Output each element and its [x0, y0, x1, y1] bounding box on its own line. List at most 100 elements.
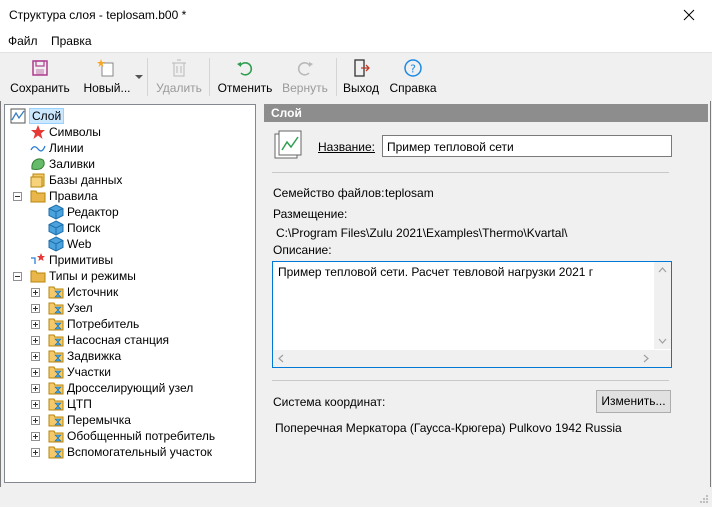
help-icon: ?: [404, 59, 422, 77]
new-button[interactable]: Новый...: [80, 53, 134, 99]
scroll-corner: [654, 350, 671, 367]
tree-label: Перемычка: [67, 413, 131, 427]
tree-label: Вспомогательный участок: [67, 445, 213, 459]
tree-item-rules[interactable]: Правила: [30, 188, 98, 204]
database-icon: [30, 173, 45, 188]
tree-item-type[interactable]: Потребитель: [48, 316, 139, 332]
tree-item-primitives[interactable]: Примитивы: [30, 252, 113, 268]
tree-item-type[interactable]: Источник: [48, 284, 118, 300]
close-icon: [683, 9, 695, 21]
tree-item-type[interactable]: Обобщенный потребитель: [48, 428, 215, 444]
tree-label: Web: [67, 237, 92, 251]
name-field[interactable]: Пример тепловой сети: [382, 135, 672, 157]
help-label: Справка: [389, 81, 437, 95]
type-folder-icon: [48, 446, 64, 459]
undo-button[interactable]: Отменить: [214, 53, 276, 99]
chevron-down-icon: [135, 75, 143, 79]
new-item-icon: [97, 59, 114, 77]
expand-toggle[interactable]: [31, 400, 40, 409]
coord-label: Система координат:: [273, 395, 386, 409]
help-button[interactable]: ? Справка: [386, 53, 440, 99]
toolbar-separator: [209, 58, 210, 96]
tree-label: Узел: [67, 301, 93, 315]
tree-item-type[interactable]: Перемычка: [48, 412, 131, 428]
tree-label: Символы: [49, 125, 101, 139]
tree-label: Источник: [67, 285, 119, 299]
tree-item-web[interactable]: Web: [48, 236, 91, 252]
expand-toggle[interactable]: [31, 288, 40, 297]
expand-toggle[interactable]: [31, 432, 40, 441]
tree-item-type[interactable]: Дросселирующий узел: [48, 380, 193, 396]
menu-edit[interactable]: Правка: [51, 34, 92, 48]
panel-header: Слой: [264, 104, 708, 122]
tree-item-type[interactable]: Вспомогательный участок: [48, 444, 212, 460]
horizontal-scrollbar[interactable]: [273, 350, 654, 367]
tree-label: Поиск: [67, 221, 101, 235]
expand-toggle[interactable]: [31, 384, 40, 393]
tree-item-lines[interactable]: Линии: [30, 140, 84, 156]
tree-item-type[interactable]: Насосная станция: [48, 332, 169, 348]
type-folder-icon: [48, 430, 64, 443]
tree-label: ЦТП: [67, 397, 92, 411]
tree-item-type[interactable]: Узел: [48, 300, 93, 316]
tree-label: Редактор: [67, 205, 119, 219]
tree-label: Насосная станция: [67, 333, 170, 347]
undo-label: Отменить: [217, 81, 273, 95]
tree-item-type[interactable]: Задвижка: [48, 348, 121, 364]
tree-item-type[interactable]: ЦТП: [48, 396, 92, 412]
type-folder-icon: [48, 398, 64, 411]
toolbar-separator: [147, 58, 148, 96]
tree-label: Дросселирующий узел: [67, 381, 194, 395]
description-field[interactable]: Пример тепловой сети. Расчет тевловой на…: [272, 261, 672, 368]
tree-label: Заливки: [49, 157, 95, 171]
save-icon: [32, 60, 48, 76]
location-value: C:\Program Files\Zulu 2021\Examples\Ther…: [276, 226, 568, 240]
tree-label: Обобщенный потребитель: [67, 429, 216, 443]
type-folder-icon: [48, 286, 64, 299]
line-icon: [30, 145, 46, 152]
change-coord-button[interactable]: Изменить...: [596, 390, 671, 413]
save-label: Сохранить: [10, 81, 70, 95]
expand-toggle[interactable]: [31, 320, 40, 329]
save-button[interactable]: Сохранить: [4, 53, 76, 99]
delete-button[interactable]: Удалить: [153, 53, 205, 99]
new-dropdown-arrow[interactable]: [134, 53, 144, 99]
family-value: teplosam: [385, 186, 434, 200]
tree-item-search[interactable]: Поиск: [48, 220, 100, 236]
expand-toggle[interactable]: [31, 336, 40, 345]
tree-item-types[interactable]: Типы и режимы: [30, 268, 136, 284]
divider: [272, 172, 669, 173]
cube-icon: [48, 204, 64, 220]
status-bar: [0, 487, 712, 507]
menu-file[interactable]: Файл: [8, 34, 38, 48]
tree-item-symbols[interactable]: Символы: [30, 124, 101, 140]
description-label: Описание:: [273, 243, 332, 257]
expand-toggle[interactable]: [31, 368, 40, 377]
expand-toggle[interactable]: [31, 304, 40, 313]
star-icon: [31, 125, 45, 139]
collapse-toggle[interactable]: [13, 192, 22, 201]
collapse-toggle[interactable]: [13, 272, 22, 281]
tree-item-layer[interactable]: Слой: [10, 108, 65, 124]
type-folder-icon: [48, 382, 64, 395]
tree-item-databases[interactable]: Базы данных: [30, 172, 122, 188]
tree-label: Типы и режимы: [49, 269, 136, 283]
expand-toggle[interactable]: [31, 448, 40, 457]
redo-button[interactable]: Вернуть: [278, 53, 332, 99]
tree-item-editor[interactable]: Редактор: [48, 204, 119, 220]
divider: [272, 380, 669, 381]
expand-toggle[interactable]: [31, 352, 40, 361]
title-bar: Структура слоя - teplosam.b00 *: [0, 0, 712, 30]
exit-button[interactable]: Выход: [340, 53, 382, 99]
type-folder-icon: [48, 414, 64, 427]
exit-door-icon: [354, 59, 370, 77]
resize-grip-icon[interactable]: [699, 494, 709, 504]
vertical-scrollbar[interactable]: [654, 262, 671, 349]
expand-toggle[interactable]: [31, 416, 40, 425]
tree-item-fills[interactable]: Заливки: [30, 156, 95, 172]
structure-tree[interactable]: Слой Символы Линии Заливки Базы данных П…: [4, 104, 256, 483]
coord-value: Поперечная Меркатора (Гаусса-Крюгера) Pu…: [275, 421, 622, 435]
tree-item-type[interactable]: Участки: [48, 364, 111, 380]
type-folder-icon: [48, 302, 64, 315]
close-button[interactable]: [666, 0, 712, 30]
